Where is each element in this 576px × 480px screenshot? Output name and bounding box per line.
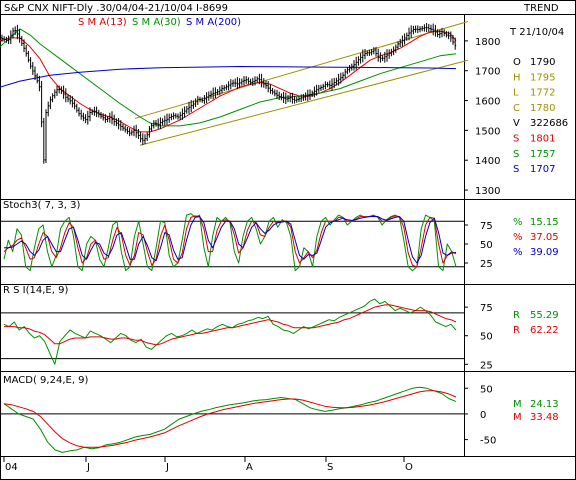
price-readout-key: S bbox=[513, 164, 519, 175]
stoch-readout-value: 37.05 bbox=[530, 232, 559, 243]
stoch-tick-label: 75 bbox=[480, 221, 493, 232]
price-readout-value: 1772 bbox=[530, 88, 555, 99]
time-tick-label: J bbox=[86, 462, 90, 473]
stoch-readout-value: 15.15 bbox=[530, 217, 559, 228]
price-date: T 21/10/04 bbox=[509, 27, 564, 38]
rsi-readout-key: R bbox=[513, 325, 520, 336]
price-tick-label: 1500 bbox=[475, 126, 500, 137]
price-readout-value: 1795 bbox=[530, 72, 555, 83]
time-tick-label: S bbox=[327, 462, 333, 473]
trend-label: TREND bbox=[523, 3, 559, 14]
legend-sma-1: S M A(13) bbox=[78, 17, 127, 28]
price-readout-key: S bbox=[513, 134, 519, 145]
trend-chart: S&P CNX NIFT-Dly .30/04/04-21/10/04 I-86… bbox=[0, 0, 576, 480]
macd-title: MACD( 9,24,E, 9) bbox=[3, 375, 89, 386]
price-legend: S M A(13) S M A(30) S M A(200) bbox=[78, 17, 241, 28]
macd-readout-value: 24.13 bbox=[530, 399, 559, 410]
price-tick-label: 1600 bbox=[475, 97, 500, 108]
legend-sma-2: S M A(30) bbox=[132, 17, 181, 28]
stoch-readout-key: % bbox=[513, 217, 523, 228]
macd-tick-label: -50 bbox=[480, 436, 496, 447]
rsi-readout-value: 55.29 bbox=[530, 310, 559, 321]
stoch-readout-key: % bbox=[513, 232, 523, 243]
rsi-readout-value: 62.22 bbox=[530, 325, 559, 336]
stoch-readout-value: 39.09 bbox=[530, 247, 559, 258]
price-tick-label: 1300 bbox=[475, 186, 500, 197]
price-readout-key: H bbox=[513, 72, 521, 83]
price-readout-key: O bbox=[513, 57, 521, 68]
macd-readout-key: M bbox=[513, 399, 522, 410]
macd-tick-label: 50 bbox=[480, 384, 493, 395]
price-readout-value: 322686 bbox=[530, 118, 568, 129]
price-readout-key: V bbox=[513, 118, 520, 129]
time-tick-label: 04 bbox=[5, 462, 18, 473]
rsi-readout-key: R bbox=[513, 310, 520, 321]
stoch-tick-label: 50 bbox=[480, 240, 493, 251]
chart-title: S&P CNX NIFT-Dly .30/04/04-21/10/04 I-86… bbox=[4, 3, 228, 14]
price-tick-label: 1800 bbox=[475, 37, 500, 48]
time-tick-label: J bbox=[165, 462, 169, 473]
rsi-title: R S I(14,E, 9) bbox=[3, 285, 68, 296]
price-tick-label: 1700 bbox=[475, 67, 500, 78]
trend-chart-window: S&P CNX NIFT-Dly .30/04/04-21/10/04 I-86… bbox=[0, 0, 576, 480]
rsi-tick-label: 25 bbox=[480, 360, 493, 371]
stoch-title: Stoch3( 7, 3, 3) bbox=[3, 200, 80, 211]
stoch-readout-key: % bbox=[513, 247, 523, 258]
price-readout-value: 1707 bbox=[530, 164, 555, 175]
price-tick-label: 1400 bbox=[475, 156, 500, 167]
rsi-tick-label: 75 bbox=[480, 303, 493, 314]
rsi-tick-label: 50 bbox=[480, 332, 493, 343]
time-tick-label: A bbox=[246, 462, 253, 473]
time-tick-label: O bbox=[405, 462, 413, 473]
price-readout-value: 1780 bbox=[530, 103, 555, 114]
price-readout-key: C bbox=[513, 103, 520, 114]
price-readout-value: 1757 bbox=[530, 149, 555, 160]
macd-readout-key: M bbox=[513, 412, 522, 423]
price-readout-value: 1790 bbox=[530, 57, 555, 68]
macd-readout-value: 33.48 bbox=[530, 412, 559, 423]
macd-tick-label: 0 bbox=[480, 410, 486, 421]
price-readout-key: L bbox=[513, 88, 519, 99]
price-readout-key: S bbox=[513, 149, 519, 160]
legend-sma-3: S M A(200) bbox=[186, 17, 241, 28]
stoch-tick-label: 25 bbox=[480, 259, 493, 270]
price-readout-value: 1801 bbox=[530, 134, 555, 145]
